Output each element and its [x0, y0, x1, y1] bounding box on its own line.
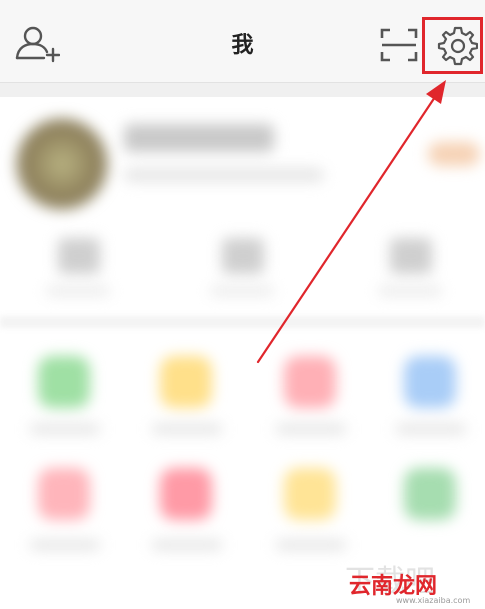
watermark-url: www.xiazaiba.com	[396, 596, 471, 605]
annotation-arrow	[256, 80, 446, 364]
